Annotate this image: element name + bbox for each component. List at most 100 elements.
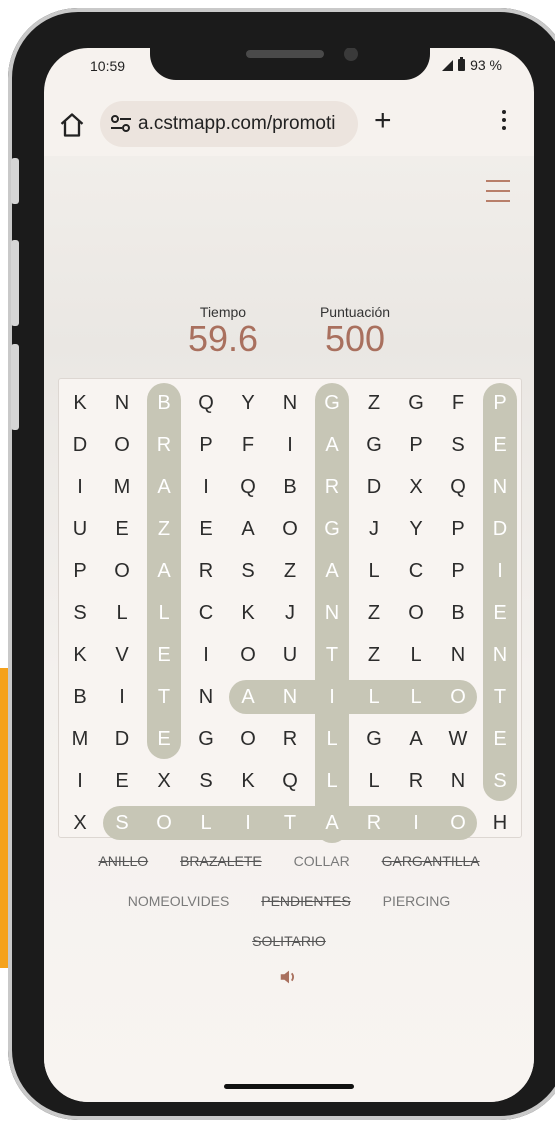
grid-cell[interactable]: G: [185, 718, 227, 760]
grid-cell[interactable]: P: [437, 508, 479, 550]
grid-cell[interactable]: O: [269, 508, 311, 550]
grid-cell[interactable]: N: [185, 676, 227, 718]
grid-cell[interactable]: K: [227, 592, 269, 634]
grid-cell[interactable]: A: [311, 550, 353, 592]
grid-cell[interactable]: S: [437, 424, 479, 466]
grid-cell[interactable]: G: [311, 508, 353, 550]
grid-cell[interactable]: R: [353, 802, 395, 844]
grid-cell[interactable]: I: [269, 424, 311, 466]
grid-cell[interactable]: M: [101, 466, 143, 508]
grid-cell[interactable]: Q: [185, 382, 227, 424]
grid-cell[interactable]: Q: [437, 466, 479, 508]
grid-cell[interactable]: E: [101, 508, 143, 550]
grid-cell[interactable]: N: [479, 634, 521, 676]
home-icon[interactable]: [58, 111, 86, 139]
grid-cell[interactable]: I: [59, 760, 101, 802]
grid-cell[interactable]: S: [101, 802, 143, 844]
grid-cell[interactable]: I: [311, 676, 353, 718]
grid-cell[interactable]: A: [395, 718, 437, 760]
grid-cell[interactable]: L: [395, 676, 437, 718]
url-text[interactable]: a.cstmapp.com/promoti: [138, 113, 335, 135]
menu-icon[interactable]: [486, 180, 510, 204]
grid-cell[interactable]: E: [143, 634, 185, 676]
grid-cell[interactable]: P: [59, 550, 101, 592]
grid-cell[interactable]: N: [311, 592, 353, 634]
grid-cell[interactable]: O: [143, 802, 185, 844]
grid-cell[interactable]: K: [59, 382, 101, 424]
grid-cell[interactable]: G: [395, 382, 437, 424]
grid-cell[interactable]: P: [479, 382, 521, 424]
grid-cell[interactable]: Y: [227, 382, 269, 424]
grid-cell[interactable]: I: [479, 550, 521, 592]
grid-cell[interactable]: A: [143, 550, 185, 592]
grid-cell[interactable]: V: [101, 634, 143, 676]
grid-cell[interactable]: E: [185, 508, 227, 550]
grid-cell[interactable]: R: [143, 424, 185, 466]
grid-cell[interactable]: R: [185, 550, 227, 592]
grid-cell[interactable]: E: [479, 718, 521, 760]
grid-cell[interactable]: N: [269, 382, 311, 424]
grid-cell[interactable]: Q: [227, 466, 269, 508]
grid-cell[interactable]: B: [437, 592, 479, 634]
grid-cell[interactable]: P: [185, 424, 227, 466]
grid-cell[interactable]: L: [143, 592, 185, 634]
grid-cell[interactable]: M: [59, 718, 101, 760]
speaker-icon[interactable]: [278, 966, 300, 988]
grid-cell[interactable]: L: [311, 718, 353, 760]
grid-cell[interactable]: G: [353, 424, 395, 466]
grid-cell[interactable]: O: [437, 676, 479, 718]
grid-cell[interactable]: Z: [269, 550, 311, 592]
grid-cell[interactable]: X: [143, 760, 185, 802]
grid-cell[interactable]: S: [479, 760, 521, 802]
grid-cell[interactable]: Z: [143, 508, 185, 550]
grid-cell[interactable]: G: [311, 382, 353, 424]
grid-cell[interactable]: X: [395, 466, 437, 508]
grid-cell[interactable]: I: [185, 466, 227, 508]
grid-cell[interactable]: I: [227, 802, 269, 844]
grid-cell[interactable]: N: [437, 760, 479, 802]
grid-cell[interactable]: L: [395, 634, 437, 676]
new-tab-button[interactable]: +: [374, 106, 392, 136]
grid-cell[interactable]: O: [227, 718, 269, 760]
grid-cell[interactable]: O: [395, 592, 437, 634]
grid-cell[interactable]: O: [101, 424, 143, 466]
grid-cell[interactable]: D: [59, 424, 101, 466]
grid-cell[interactable]: E: [479, 592, 521, 634]
grid-cell[interactable]: E: [101, 760, 143, 802]
grid-cell[interactable]: I: [185, 634, 227, 676]
more-vertical-icon[interactable]: [500, 110, 508, 134]
grid-cell[interactable]: R: [269, 718, 311, 760]
grid-cell[interactable]: F: [437, 382, 479, 424]
grid-cell[interactable]: L: [353, 550, 395, 592]
grid-cell[interactable]: P: [437, 550, 479, 592]
grid-cell[interactable]: L: [185, 802, 227, 844]
grid-cell[interactable]: T: [269, 802, 311, 844]
grid-cell[interactable]: S: [227, 550, 269, 592]
grid-cell[interactable]: N: [101, 382, 143, 424]
grid-cell[interactable]: A: [227, 676, 269, 718]
grid-cell[interactable]: I: [395, 802, 437, 844]
grid-cell[interactable]: J: [269, 592, 311, 634]
grid-cell[interactable]: Y: [395, 508, 437, 550]
grid-cell[interactable]: T: [311, 634, 353, 676]
grid-cell[interactable]: I: [59, 466, 101, 508]
grid-cell[interactable]: K: [59, 634, 101, 676]
grid-cell[interactable]: J: [353, 508, 395, 550]
grid-cell[interactable]: D: [353, 466, 395, 508]
grid-cell[interactable]: B: [143, 382, 185, 424]
grid-cell[interactable]: E: [479, 424, 521, 466]
grid-cell[interactable]: R: [311, 466, 353, 508]
grid-cell[interactable]: C: [185, 592, 227, 634]
grid-cell[interactable]: C: [395, 550, 437, 592]
grid-cell[interactable]: T: [143, 676, 185, 718]
grid-cell[interactable]: L: [353, 676, 395, 718]
grid-cell[interactable]: H: [479, 802, 521, 844]
grid-cell[interactable]: U: [269, 634, 311, 676]
grid-cell[interactable]: X: [59, 802, 101, 844]
grid-cell[interactable]: K: [227, 760, 269, 802]
grid-cell[interactable]: N: [269, 676, 311, 718]
grid-cell[interactable]: S: [59, 592, 101, 634]
grid-cell[interactable]: P: [395, 424, 437, 466]
grid-cell[interactable]: B: [59, 676, 101, 718]
grid-cell[interactable]: A: [311, 424, 353, 466]
